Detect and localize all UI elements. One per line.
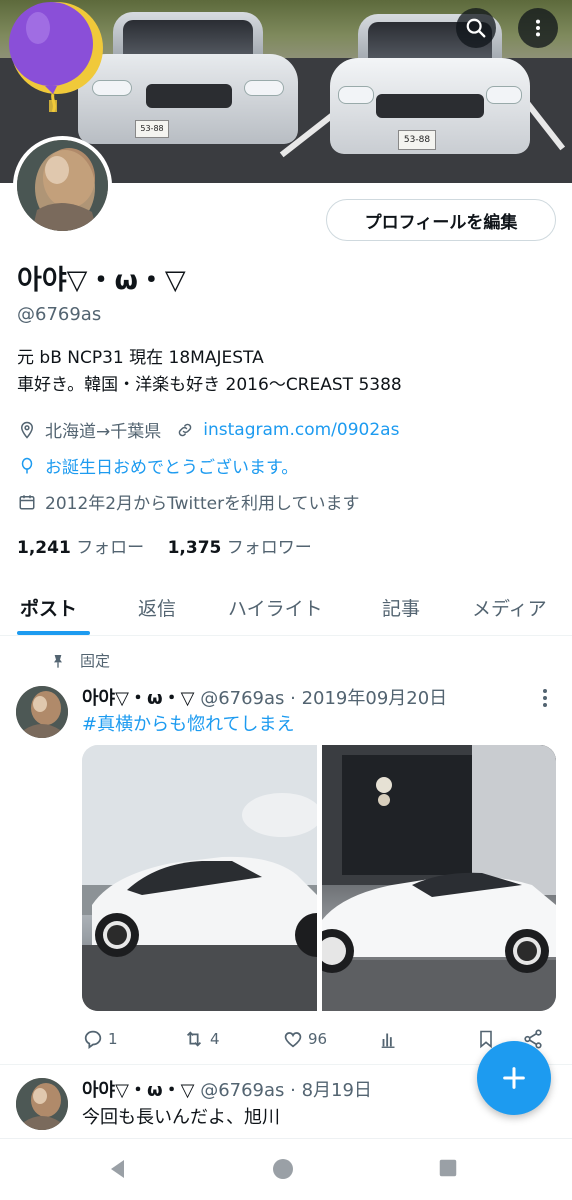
post-header: 아야▽・ω・▽ @6769as · 8月19日 <box>82 1076 372 1102</box>
follow-counts: 1,241 フォロー 1,375 フォロワー <box>17 533 312 558</box>
profile-avatar[interactable] <box>13 136 112 235</box>
following-link[interactable]: 1,241 フォロー <box>17 538 144 558</box>
post-meta: @6769as · 2019年09月20日 <box>200 688 448 709</box>
post-photo-1[interactable] <box>82 745 317 1011</box>
more-options-button[interactable] <box>518 8 558 48</box>
post-media[interactable] <box>82 745 556 1011</box>
followers-label: フォロワー <box>226 538 312 558</box>
following-label: フォロー <box>76 538 145 558</box>
more-vertical-icon <box>535 19 541 37</box>
reply-count: 1 <box>108 1030 118 1048</box>
edit-profile-button[interactable]: プロフィールを編集 <box>326 199 556 241</box>
banner-car-left: 53-88 <box>78 12 298 152</box>
user-handle: @6769as <box>17 304 102 325</box>
license-plate-left: 53-88 <box>140 124 164 133</box>
tab-posts[interactable]: ポスト <box>20 580 77 635</box>
reply-icon <box>84 1030 102 1049</box>
display-name: 아야▽・ω・▽ <box>17 265 186 296</box>
like-count: 96 <box>308 1030 328 1048</box>
bio-line-1: 元 bB NCP31 現在 18MAJESTA <box>17 348 264 368</box>
system-navigation-bar <box>0 1138 572 1200</box>
bio-line-2: 車好き。韓国・洋楽も好き 2016〜CREAST 5388 <box>17 375 402 395</box>
pin-icon <box>54 654 62 668</box>
post-avatar[interactable] <box>16 686 68 738</box>
pinned-label: 固定 <box>50 650 110 671</box>
post-hashtag[interactable]: #真横からも惚れてしまえ <box>82 710 295 736</box>
like-button[interactable]: 96 <box>282 1026 327 1052</box>
tab-media[interactable]: メディア <box>472 580 547 635</box>
plus-icon <box>503 1067 525 1089</box>
banner-car-right: 53-88 <box>330 14 530 159</box>
active-tab-indicator <box>17 631 90 635</box>
home-circle-icon <box>273 1159 293 1179</box>
post-header: 아야▽・ω・▽ @6769as · 2019年09月20日 <box>82 684 447 710</box>
balloon-outline-icon <box>17 456 37 476</box>
home-button[interactable] <box>271 1157 295 1185</box>
heart-icon <box>284 1032 302 1048</box>
compose-button[interactable] <box>477 1041 551 1115</box>
analytics-button[interactable] <box>378 1026 400 1052</box>
analytics-icon <box>381 1033 395 1048</box>
recents-square-icon <box>439 1159 457 1177</box>
repost-button[interactable]: 4 <box>182 1026 220 1052</box>
license-plate-right: 53-88 <box>403 135 431 145</box>
back-triangle-icon <box>111 1160 124 1178</box>
birthday-text[interactable]: お誕生日おめでとうございます。 <box>45 453 298 478</box>
birthday-row: お誕生日おめでとうございます。 <box>17 453 298 478</box>
location-icon <box>17 420 37 440</box>
following-count: 1,241 <box>17 538 71 558</box>
repost-icon <box>186 1031 202 1047</box>
search-button[interactable] <box>456 8 496 48</box>
post-avatar[interactable] <box>16 1078 68 1130</box>
calendar-icon <box>17 492 37 512</box>
post-meta: @6769as · 8月19日 <box>200 1080 372 1101</box>
location-text: 北海道→千葉県 <box>45 422 162 442</box>
link-icon <box>175 420 195 440</box>
back-button[interactable] <box>106 1157 130 1185</box>
joined-row: 2012年2月からTwitterを利用しています <box>17 489 360 514</box>
bio: 元 bB NCP31 現在 18MAJESTA 車好き。韓国・洋楽も好き 201… <box>17 345 402 399</box>
followers-link[interactable]: 1,375 フォロワー <box>168 538 312 558</box>
joined-text: 2012年2月からTwitterを利用しています <box>45 494 360 514</box>
followers-count: 1,375 <box>167 538 222 558</box>
post-more-button[interactable] <box>538 687 552 709</box>
profile-tabs: ポスト 返信 ハイライト 記事 メディア <box>0 580 572 636</box>
website-link[interactable]: instagram.com/0902as <box>203 420 399 440</box>
post-photo-2[interactable] <box>322 745 556 1011</box>
balloon-icon <box>9 2 103 112</box>
post-author-name[interactable]: 아야▽・ω・▽ <box>82 688 194 709</box>
post-text: 今回も長いんだよ、旭川 <box>82 1107 280 1128</box>
pinned-text: 固定 <box>80 652 111 670</box>
search-icon <box>466 18 486 38</box>
post-actions: 1 4 96 <box>82 1026 552 1052</box>
profile-meta-row: 北海道→千葉県 instagram.com/0902as <box>17 417 399 442</box>
reply-button[interactable]: 1 <box>82 1026 118 1052</box>
tab-replies[interactable]: 返信 <box>138 580 176 635</box>
repost-count: 4 <box>210 1030 220 1048</box>
post-author-name[interactable]: 아야▽・ω・▽ <box>82 1080 194 1101</box>
tab-articles[interactable]: 記事 <box>382 580 420 635</box>
recents-button[interactable] <box>437 1157 459 1183</box>
tab-highlights[interactable]: ハイライト <box>228 580 323 635</box>
